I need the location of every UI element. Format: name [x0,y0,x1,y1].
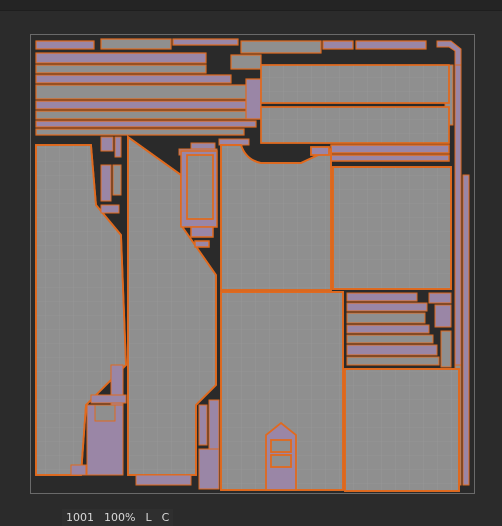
uv-map[interactable] [31,35,474,493]
uv-tile-label: 1001 [66,511,94,524]
flag-c: C [161,511,170,524]
top-toolbar [0,0,502,11]
right-middle-island [332,166,452,290]
zoom-level: 100% [104,511,136,524]
flag-l: L [145,511,152,524]
center-lower-island [220,291,344,491]
right-lower-island [344,368,460,492]
center-upper-island [220,144,332,291]
viewport-status-bar: 1001 100% L C [62,509,174,526]
uv-viewport[interactable]: 1001 100% L C [30,34,475,526]
